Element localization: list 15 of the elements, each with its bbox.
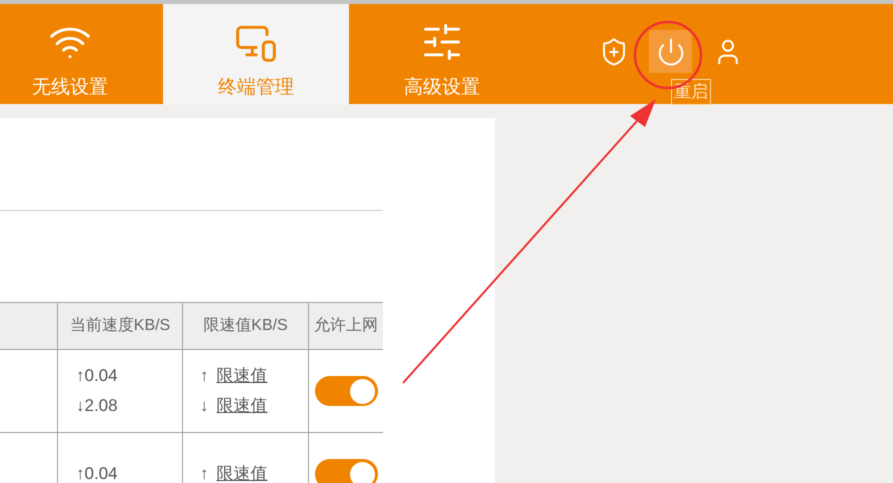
upload-speed: ↑0.04 bbox=[76, 463, 119, 483]
download-speed: ↓2.08 bbox=[76, 395, 119, 417]
toggle-switch[interactable] bbox=[315, 459, 378, 483]
toggle-switch[interactable] bbox=[315, 376, 378, 406]
down-arrow: ↓ bbox=[200, 395, 208, 417]
column-header: 当前速度KB/S bbox=[70, 316, 170, 336]
column-header: 限速值KB/S bbox=[203, 316, 288, 336]
upload-speed: ↑0.04 bbox=[76, 365, 119, 387]
up-arrow: ↑ bbox=[200, 463, 208, 483]
upload-limit-link[interactable]: 限速值 bbox=[216, 462, 268, 483]
column-header: 允许上网 bbox=[314, 316, 378, 336]
download-limit-link[interactable]: 限速值 bbox=[216, 394, 268, 418]
up-arrow: ↑ bbox=[200, 365, 208, 387]
restart-button[interactable] bbox=[649, 30, 692, 73]
upload-limit-link[interactable]: 限速值 bbox=[216, 364, 268, 388]
